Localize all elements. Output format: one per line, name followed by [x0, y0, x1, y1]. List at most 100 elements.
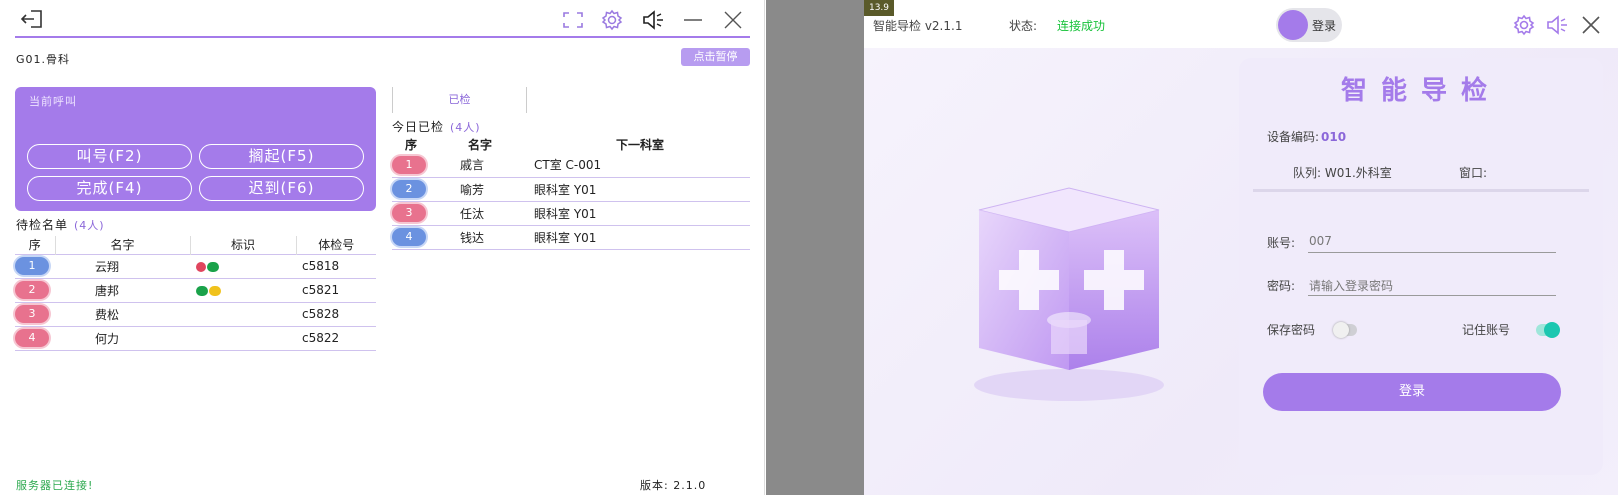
department-label: G01.骨科 — [16, 53, 71, 66]
table-row[interactable]: 2 喻芳 眼科室 Y01 — [392, 177, 750, 202]
app-name: 智能导检 v2.1.1 — [873, 19, 963, 33]
close-icon[interactable] — [1578, 12, 1604, 38]
login-card: 智能导检 设备编码: 010 队列: W01.外科室 窗口: 账号: 007 密码… — [1239, 58, 1603, 475]
call-number-button[interactable]: 叫号(F2) — [27, 144, 192, 169]
speaker-icon[interactable] — [1545, 12, 1571, 38]
account-underline — [1308, 252, 1556, 253]
remember-account-toggle[interactable] — [1536, 322, 1560, 338]
save-password-toggle[interactable] — [1333, 322, 1357, 338]
titlebar-divider — [15, 36, 750, 38]
table-row[interactable]: 3 费松 c5828 — [15, 302, 376, 327]
table-row[interactable]: 1 云翔 c5818 — [15, 254, 376, 279]
col-header-tag: 标识 — [190, 236, 297, 254]
hold-button[interactable]: 搁起(F5) — [199, 144, 364, 169]
col-header-no: 序 — [15, 236, 56, 254]
waiting-list-label: 待检名单 — [16, 218, 69, 232]
password-underline — [1308, 295, 1556, 296]
row-number-badge: 3 — [392, 204, 426, 222]
next-department: 眼科室 Y01 — [530, 201, 750, 226]
tag-cell — [190, 254, 296, 279]
done-table: 序 名字 下一科室 1 戚言 CT室 C-001 2 喻芳 眼科室 Y01 3 … — [392, 135, 750, 250]
tag-cell — [190, 326, 296, 351]
table-row[interactable]: 4 钱达 眼科室 Y01 — [392, 225, 750, 250]
col-header-next-dept: 下一科室 — [615, 137, 664, 152]
account-input[interactable]: 007 — [1309, 234, 1332, 248]
row-number-badge: 4 — [15, 329, 49, 347]
patient-name: 喻芳 — [430, 177, 530, 202]
row-number-badge: 1 — [15, 257, 49, 275]
device-code-value: 010 — [1321, 130, 1347, 144]
table-row[interactable]: 2 唐邦 c5821 — [15, 278, 376, 303]
tag-cell — [190, 302, 296, 327]
right-window: 13.9 智能导检 v2.1.1 状态: 连接成功 登录 智能导检 设备编码: … — [864, 0, 1618, 495]
logout-icon[interactable] — [18, 8, 46, 30]
next-department: CT室 C-001 — [530, 153, 750, 178]
tab-done[interactable]: 已检 — [392, 87, 527, 113]
gear-icon[interactable] — [599, 8, 625, 32]
speaker-icon[interactable] — [641, 8, 667, 32]
complete-button[interactable]: 完成(F4) — [27, 176, 192, 201]
medical-cube-illustration — [959, 180, 1179, 410]
right-header: 13.9 智能导检 v2.1.1 状态: 连接成功 登录 — [864, 0, 1618, 48]
close-icon[interactable] — [720, 8, 746, 32]
current-call-title: 当前呼叫 — [29, 95, 77, 108]
account-label: 账号: — [1267, 236, 1296, 250]
patient-name: 费松 — [55, 302, 190, 327]
window-gap — [766, 0, 864, 495]
row-number-badge: 3 — [15, 305, 49, 323]
row-number-badge: 1 — [392, 155, 426, 174]
col-header-name: 名字 — [55, 236, 191, 254]
row-number-badge: 2 — [392, 180, 426, 198]
next-department: 眼科室 Y01 — [530, 177, 750, 202]
password-input[interactable]: 请输入登录密码 — [1309, 277, 1393, 294]
col-header-name: 名字 — [467, 137, 492, 152]
done-list-label: 今日已检 — [392, 120, 445, 134]
waiting-list-title: 待检名单 (4人) — [16, 216, 105, 233]
patient-name: 唐邦 — [55, 278, 190, 303]
row-number-badge: 4 — [392, 228, 426, 246]
window-label: 窗口: — [1459, 166, 1488, 180]
gear-icon[interactable] — [1511, 12, 1537, 38]
green-tag-icon — [196, 285, 208, 296]
fps-badge: 13.9 — [864, 0, 894, 16]
waiting-list-count: (4人) — [74, 219, 105, 232]
version-label: 版本: 2.1.0 — [640, 479, 707, 492]
col-header-exam-id: 体检号 — [318, 238, 355, 253]
card-divider — [1253, 189, 1589, 192]
pause-button[interactable]: 点击暂停 — [681, 48, 750, 66]
login-toggle-label: 登录 — [1312, 19, 1337, 33]
login-button[interactable]: 登录 — [1263, 373, 1561, 411]
tag-cell — [190, 278, 296, 303]
patient-name: 任汰 — [430, 201, 530, 226]
toggle-knob — [1278, 10, 1308, 40]
card-title: 智能导检 — [1340, 76, 1501, 106]
patient-name: 钱达 — [430, 225, 530, 250]
queue-label: 队列: W01.外科室 — [1293, 166, 1392, 180]
exam-id: c5828 — [296, 302, 376, 327]
yellow-tag-icon — [209, 285, 221, 296]
minimize-icon[interactable] — [680, 8, 706, 32]
patient-name: 云翔 — [55, 254, 190, 279]
status-label: 状态: — [1009, 19, 1038, 33]
col-header-no: 序 — [404, 137, 417, 152]
table-row[interactable]: 4 何力 c5822 — [15, 326, 376, 351]
toggle-knob — [1544, 322, 1560, 338]
exam-id: c5822 — [296, 326, 376, 351]
login-toggle[interactable]: 登录 — [1276, 8, 1342, 42]
patient-name: 何力 — [55, 326, 190, 351]
remember-account-label: 记住账号 — [1462, 323, 1511, 337]
fullscreen-icon[interactable] — [561, 10, 585, 30]
table-row[interactable]: 1 戚言 CT室 C-001 — [392, 153, 750, 178]
table-row[interactable]: 3 任汰 眼科室 Y01 — [392, 201, 750, 226]
save-password-label: 保存密码 — [1267, 323, 1316, 337]
heart-icon — [196, 261, 206, 272]
toggle-knob — [1333, 322, 1349, 338]
patient-name: 戚言 — [430, 153, 530, 178]
status-value: 连接成功 — [1057, 19, 1106, 33]
row-number-badge: 2 — [15, 281, 49, 299]
green-tag-icon — [207, 261, 219, 272]
left-titlebar — [0, 0, 765, 38]
exam-id: c5818 — [296, 254, 376, 279]
late-button[interactable]: 迟到(F6) — [199, 176, 364, 201]
device-code-row: 设备编码: 010 — [1267, 128, 1346, 145]
